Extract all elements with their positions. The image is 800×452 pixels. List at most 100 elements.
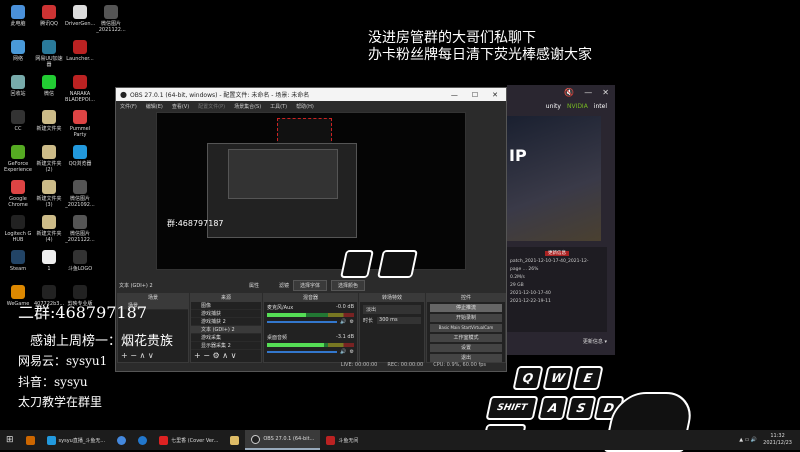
menu-scene-collection[interactable]: 场景集合(S) xyxy=(234,103,261,110)
desktop-icon[interactable]: 腾讯QQ xyxy=(34,5,64,27)
virtual-cam-button[interactable]: Basic Main StartVirtualCam xyxy=(430,324,502,332)
overlay-line: 办卡粉丝牌每日清下荧光棒感谢大家 xyxy=(368,47,592,63)
source-item[interactable]: 图像 xyxy=(191,302,261,310)
nested-text-source xyxy=(277,118,332,146)
desktop-icon[interactable]: 微信图片_2021092... xyxy=(65,180,95,208)
desktop-icon[interactable]: Google Chrome xyxy=(3,180,33,208)
gear-icon[interactable]: ⚙ xyxy=(350,319,354,325)
taskbar-item-douyu[interactable]: sysyu直播_斗鱼无... xyxy=(41,430,112,450)
edge-icon[interactable] xyxy=(132,430,153,450)
channel-name: 麦克风/Aux xyxy=(267,305,294,311)
app-icon xyxy=(42,215,56,229)
settings-button[interactable]: 设置 xyxy=(430,344,502,352)
game-icon xyxy=(326,435,336,445)
taskbar-pin-icon[interactable] xyxy=(20,430,41,450)
desktop-icon[interactable]: Pummel Party xyxy=(65,110,95,138)
desktop-icon[interactable]: 网络 xyxy=(3,40,33,62)
app-icon xyxy=(11,285,25,299)
close-icon[interactable]: ✕ xyxy=(602,88,609,97)
key-mark xyxy=(377,250,418,278)
gear-icon[interactable]: ⚙ xyxy=(350,349,354,355)
launcher-controls: 🔇 — ✕ xyxy=(507,85,615,99)
speaker-icon[interactable]: 🔊 xyxy=(340,319,346,325)
source-item[interactable]: 游戏捕获 xyxy=(191,310,261,318)
desktop-icon[interactable]: 此电脑 xyxy=(3,5,33,27)
info-line: 2021-12-10-17-40 xyxy=(510,291,551,296)
scene-controls[interactable]: + − ∧ ∨ xyxy=(121,351,154,360)
desktop-icon[interactable]: Logitech G HUB xyxy=(3,215,33,243)
game-banner: IP xyxy=(507,116,601,241)
minimize-icon[interactable]: — xyxy=(584,88,592,97)
volume-slider[interactable] xyxy=(267,351,338,353)
maximize-button[interactable]: ☐ xyxy=(472,91,478,99)
taskbar-pin-icon[interactable] xyxy=(111,430,132,450)
update-info-dropdown[interactable]: 更新信息 ▾ xyxy=(507,332,615,345)
select-font-button[interactable]: 选择字体 xyxy=(293,279,328,291)
folder-icon[interactable] xyxy=(224,430,245,450)
taskbar-item-obs[interactable]: OBS 27.0.1 (64-bit... xyxy=(245,430,321,450)
volume-slider[interactable] xyxy=(267,321,338,323)
desktop-icon[interactable]: 回收站 xyxy=(3,75,33,97)
desktop-icon[interactable]: 斗鱼LOGO xyxy=(65,250,95,272)
app-icon xyxy=(73,5,87,19)
menu-edit[interactable]: 编辑(E) xyxy=(146,103,163,110)
desktop-icon[interactable]: 新建文件夹 (3) xyxy=(34,180,64,208)
filters-button[interactable]: 滤镜 xyxy=(279,282,289,289)
desktop-icon[interactable]: 微信图片_2021122... xyxy=(96,5,126,33)
obs-window: ● OBS 27.0.1 (64-bit, windows) - 配置文件: 未… xyxy=(115,87,507,372)
start-recording-button[interactable]: 开始录制 xyxy=(430,314,502,322)
desktop-icon[interactable]: 1 xyxy=(34,250,64,272)
studio-mode-button[interactable]: 工作室模式 xyxy=(430,334,502,342)
start-button[interactable]: ⊞ xyxy=(0,430,20,450)
desktop-icon[interactable]: GeForce Experience xyxy=(3,145,33,173)
minimize-button[interactable]: — xyxy=(451,91,458,99)
live-time: LIVE: 00:00:00 xyxy=(340,362,378,368)
desktop-icon[interactable]: 微信图片_2021122... xyxy=(65,215,95,243)
sources-dock: 来源 图像 游戏捕获 游戏捕获 2 文本 (GDI+) 2 游戏采集 显示器采集… xyxy=(190,293,262,363)
close-button[interactable]: ✕ xyxy=(492,91,498,99)
menu-view[interactable]: 查看(V) xyxy=(172,103,189,110)
desktop-icon[interactable]: 新建文件夹 (2) xyxy=(34,145,64,173)
source-item[interactable]: 游戏捕获 2 xyxy=(191,318,261,326)
desktop-icon[interactable]: CC xyxy=(3,110,33,132)
desktop-icon[interactable]: DriverGen... xyxy=(65,5,95,27)
taskbar-item-game[interactable]: 斗鱼无间 xyxy=(320,430,364,450)
desktop-icon[interactable]: 网易UU加速器 xyxy=(34,40,64,68)
desktop-icon[interactable]: 微信 xyxy=(34,75,64,97)
source-item[interactable]: 文本 (GDI+) 2 xyxy=(191,326,261,334)
source-controls[interactable]: + − ⚙ ∧ ∨ xyxy=(194,351,236,360)
info-line: page ... 26% xyxy=(510,267,539,272)
desktop-icon[interactable]: 新建文件夹 (4) xyxy=(34,215,64,243)
menu-file[interactable]: 文件(F) xyxy=(120,103,137,110)
desktop-icon[interactable]: Launcher... xyxy=(65,40,95,62)
desktop-icon[interactable]: QQ浏览器 xyxy=(65,145,95,167)
preview-canvas[interactable]: 群:468797187 xyxy=(156,112,466,270)
desktop-icon[interactable]: Steam xyxy=(3,250,33,272)
tray-icons[interactable]: ▲ ▭ 🔊 xyxy=(739,437,757,443)
menu-profile[interactable]: 配置文件(P) xyxy=(198,103,225,110)
duration-label: 时长 xyxy=(363,318,374,324)
stop-streaming-button[interactable]: 停止推流 xyxy=(430,304,502,312)
select-color-button[interactable]: 选择颜色 xyxy=(331,279,366,291)
properties-button[interactable]: 属性 xyxy=(249,282,259,289)
mute-icon[interactable]: 🔇 xyxy=(564,88,574,97)
menu-help[interactable]: 帮助(H) xyxy=(296,103,314,110)
desktop-icon[interactable]: NARAKA BLADEPOI... xyxy=(65,75,95,103)
desktop-icon-label: Pummel Party xyxy=(69,126,91,138)
transition-select[interactable]: 淡出 xyxy=(363,305,421,314)
desktop-icon[interactable]: 新建文件夹 xyxy=(34,110,64,132)
speaker-icon[interactable]: 🔊 xyxy=(340,349,346,355)
info-line: patch_2021-12-10-17-40_2021-12- xyxy=(510,259,589,264)
key-e: E xyxy=(572,366,604,390)
taskbar-item-music[interactable]: 七里香 (Cover Ver... xyxy=(153,430,224,450)
source-item[interactable]: 显示器采集 2 xyxy=(191,342,261,350)
clock[interactable]: 11:32 2021/12/23 xyxy=(763,433,792,447)
menu-tools[interactable]: 工具(T) xyxy=(270,103,287,110)
app-icon xyxy=(42,145,56,159)
obs-logo-icon: ● xyxy=(120,90,127,99)
duration-input[interactable]: 300 ms xyxy=(377,317,421,324)
desktop-icon-label: GeForce Experience xyxy=(4,161,32,173)
volume-meter xyxy=(267,343,354,347)
cpu-fps: CPU: 0.9%, 60.00 fps xyxy=(433,362,486,368)
source-item[interactable]: 游戏采集 xyxy=(191,334,261,342)
